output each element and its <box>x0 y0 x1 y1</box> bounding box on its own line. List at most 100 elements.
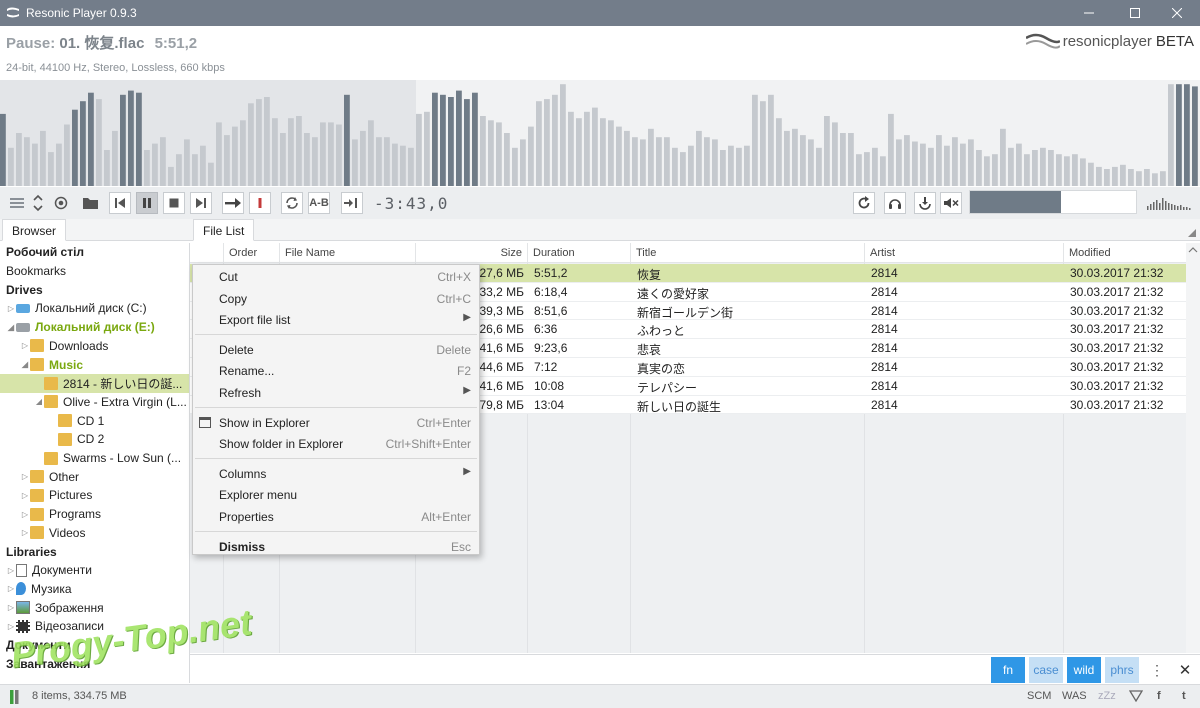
tree-item[interactable]: Bookmarks <box>0 262 189 281</box>
menu-button[interactable] <box>6 192 28 214</box>
tab-file-list[interactable]: File List <box>193 219 255 241</box>
tree-item[interactable]: ▷ Videos <box>0 524 189 543</box>
expand-arrow-icon[interactable]: ▷ <box>20 341 30 350</box>
next-button[interactable] <box>190 192 212 214</box>
tree-item[interactable]: ▷ Other <box>0 467 189 486</box>
expand-arrow-icon[interactable]: ▷ <box>6 304 16 313</box>
spectrum-button[interactable] <box>1144 192 1194 214</box>
column-header[interactable]: Modified <box>1063 243 1186 263</box>
was-button[interactable]: WAS <box>1062 690 1087 702</box>
expand-arrow-icon[interactable]: ◢ <box>34 397 44 406</box>
expand-arrow-icon[interactable]: ▷ <box>6 566 16 575</box>
vertical-scrollbar[interactable] <box>1186 243 1200 653</box>
reload-button[interactable] <box>853 192 875 214</box>
duration-cell: 8:51,6 <box>534 303 568 318</box>
target-button[interactable] <box>50 192 72 214</box>
waveform-bar <box>248 103 254 186</box>
scroll-up-icon[interactable] <box>1186 245 1200 255</box>
tab-browser[interactable]: Browser <box>2 219 67 241</box>
facebook-link[interactable]: f <box>1157 690 1161 702</box>
stop-button[interactable] <box>163 192 185 214</box>
filter-phrs-button[interactable]: phrs <box>1105 657 1139 683</box>
panel-toggle-icon[interactable] <box>10 690 22 704</box>
waveform-seekbar[interactable] <box>0 80 1200 186</box>
previous-button[interactable] <box>109 192 131 214</box>
sleep-button[interactable]: zZz <box>1098 690 1116 702</box>
tree-item[interactable]: 2814 - 新しい日の誕... <box>0 373 189 393</box>
menu-item-properties[interactable]: Properties Alt+Enter <box>193 506 479 527</box>
menu-item-rename[interactable]: Rename... F2 <box>193 360 479 381</box>
scm-button[interactable]: SCM <box>1027 690 1051 702</box>
tree-item[interactable]: ◢ Локальний диск (E:) <box>0 318 189 337</box>
tree-item[interactable]: Libraries <box>0 542 189 561</box>
menu-item-cut[interactable]: Cut Ctrl+X <box>193 266 479 287</box>
menu-item-copy[interactable]: Copy Ctrl+C <box>193 288 479 309</box>
menu-item-explorer-menu[interactable]: Explorer menu <box>193 484 479 505</box>
pause-button[interactable] <box>136 192 158 214</box>
column-header[interactable]: Artist <box>864 243 1063 263</box>
expand-arrow-icon[interactable]: ▷ <box>6 603 16 612</box>
maximize-button[interactable] <box>1112 0 1158 26</box>
menu-item-show-in-explorer[interactable]: Show in Explorer Ctrl+Enter <box>193 412 479 433</box>
column-header[interactable]: Title <box>630 243 864 263</box>
close-icon <box>1172 8 1182 18</box>
tree-item[interactable]: Робочий стіл <box>0 243 189 262</box>
menu-item-refresh[interactable]: Refresh ▶ <box>193 382 479 403</box>
expand-arrow-icon[interactable]: ▷ <box>20 491 30 500</box>
filter-case-button[interactable]: case <box>1029 657 1063 683</box>
menu-item-show-folder-in-explorer[interactable]: Show folder in Explorer Ctrl+Shift+Enter <box>193 433 479 454</box>
tree-item[interactable]: ◢ Music <box>0 355 189 374</box>
repeat-button[interactable] <box>281 192 303 214</box>
column-header[interactable]: File Name <box>279 243 415 263</box>
tree-item[interactable]: ▷ Локальний диск (C:) <box>0 299 189 318</box>
expand-arrow-icon[interactable]: ▷ <box>20 510 30 519</box>
waveform-bar <box>288 118 294 186</box>
expand-arrow-icon[interactable]: ▷ <box>6 584 16 593</box>
waveform-bar <box>528 126 534 186</box>
column-header[interactable]: Size <box>415 243 527 263</box>
tree-item[interactable]: ▷ Programs <box>0 505 189 524</box>
column-header[interactable]: Order <box>223 243 279 263</box>
artist-cell: 2814 <box>871 341 898 356</box>
menu-item-columns[interactable]: Columns ▶ <box>193 463 479 484</box>
tree-item[interactable]: Drives <box>0 280 189 299</box>
filter-fn-button[interactable]: fn <box>991 657 1025 683</box>
expand-arrow-icon[interactable]: ◢ <box>20 360 30 369</box>
filter-funnel-icon[interactable] <box>1129 690 1143 702</box>
layout-toggle-button[interactable] <box>29 192 47 214</box>
menu-item-dismiss[interactable]: Dismiss Esc <box>193 536 479 557</box>
expand-arrow-icon[interactable]: ▷ <box>20 472 30 481</box>
close-button[interactable] <box>1154 0 1200 26</box>
tree-item[interactable]: ▷ Музика <box>0 580 189 599</box>
output-button[interactable] <box>914 192 936 214</box>
play-mode-button[interactable] <box>222 192 244 214</box>
twitter-link[interactable]: t <box>1182 690 1186 702</box>
waveform-bar <box>936 135 942 186</box>
tree-item[interactable]: CD 1 <box>0 411 189 430</box>
expand-arrow-icon[interactable]: ▷ <box>6 622 16 631</box>
tree-item[interactable]: ▷ Downloads <box>0 337 189 356</box>
menu-item-export-file-list[interactable]: Export file list ▶ <box>193 309 479 330</box>
mute-button[interactable] <box>940 192 962 214</box>
headphones-button[interactable] <box>884 192 906 214</box>
waveform-bar <box>912 141 918 186</box>
filter-close-button[interactable]: ✕ <box>1168 657 1200 683</box>
expand-arrow-icon[interactable]: ▷ <box>20 528 30 537</box>
minimize-button[interactable] <box>1066 0 1112 26</box>
tree-item[interactable]: CD 2 <box>0 430 189 449</box>
filter-wild-button[interactable]: wild <box>1067 657 1101 683</box>
tree-item[interactable]: ▷ Pictures <box>0 486 189 505</box>
brand-logo[interactable]: resonicplayer BETA <box>1025 31 1194 51</box>
open-folder-button[interactable] <box>79 192 101 214</box>
menu-item-delete[interactable]: Delete Delete <box>193 339 479 360</box>
tree-item[interactable]: Swarms - Low Sun (... <box>0 449 189 468</box>
ab-loop-button[interactable]: A-B <box>308 192 330 214</box>
column-header[interactable]: Duration <box>527 243 630 263</box>
volume-slider[interactable] <box>969 190 1137 214</box>
tree-item[interactable]: ▷ Документи <box>0 561 189 580</box>
record-button[interactable] <box>249 192 271 214</box>
waveform-bar <box>96 99 102 186</box>
tree-item[interactable]: ◢ Olive - Extra Virgin (L... <box>0 393 189 412</box>
expand-arrow-icon[interactable]: ◢ <box>6 323 16 332</box>
seek-mode-button[interactable] <box>341 192 363 214</box>
